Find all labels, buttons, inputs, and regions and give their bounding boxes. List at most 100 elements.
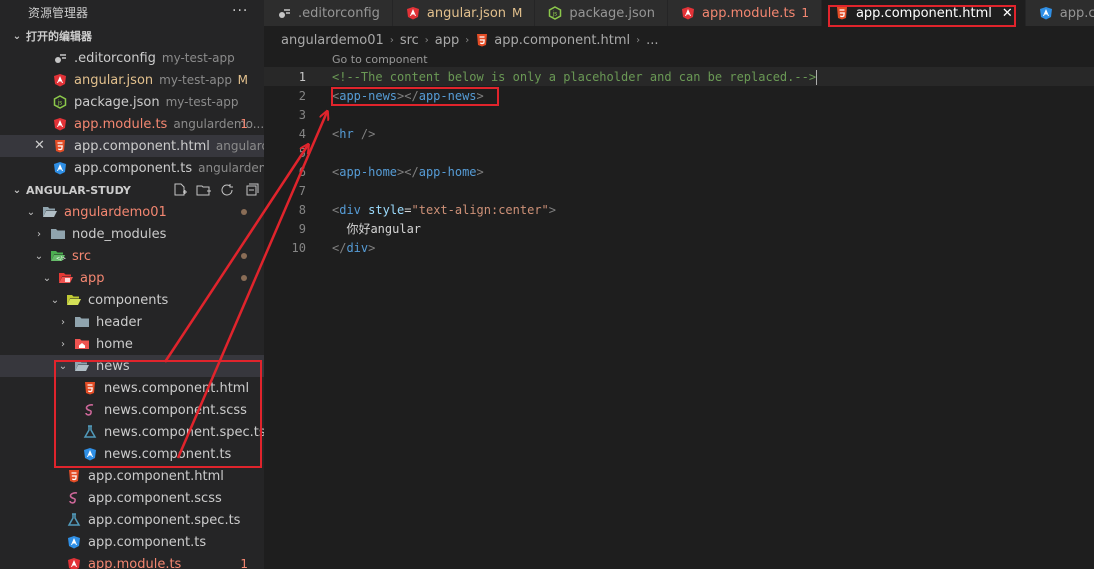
tree-item-label: node_modules — [72, 226, 167, 242]
scss-icon — [82, 402, 98, 418]
tree-file[interactable]: app.component.ts — [0, 531, 264, 553]
close-icon[interactable]: ✕ — [34, 138, 45, 153]
tree-item-label: app.component.ts — [88, 534, 207, 550]
folder-comp-icon — [66, 292, 82, 308]
code-line[interactable]: 5 — [264, 143, 1094, 162]
tree-item-label: header — [96, 314, 142, 330]
more-actions-icon[interactable]: ··· — [232, 3, 248, 19]
code-line[interactable]: 4 <hr /> — [264, 124, 1094, 143]
tree-file[interactable]: news.component.html — [0, 377, 264, 399]
editor-tab[interactable]: js package.json — [535, 0, 668, 26]
editor-tab[interactable]: app.component.html ✕ — [821, 0, 1026, 26]
spec-icon — [66, 512, 82, 528]
html-icon — [52, 138, 68, 154]
open-editor-item[interactable]: angular.json my-test-app M — [0, 69, 264, 91]
html-icon — [82, 380, 98, 396]
angular-icon — [52, 72, 68, 88]
chevron-down-icon[interactable]: ⌄ — [32, 251, 46, 262]
new-file-icon[interactable] — [172, 183, 188, 197]
chevron-right-icon[interactable]: › — [56, 317, 70, 328]
tree-file[interactable]: news.component.ts — [0, 443, 264, 465]
folder-home-icon — [74, 336, 90, 352]
open-editors-header[interactable]: ⌄ 打开的编辑器 — [0, 25, 264, 47]
tree-item-label: app.component.scss — [88, 490, 222, 506]
tree-item-label: news.component.spec.ts — [104, 424, 264, 440]
breadcrumb-item[interactable]: src — [400, 33, 419, 48]
new-folder-icon[interactable] — [196, 183, 212, 197]
code-line[interactable]: 1 <!--The content below is only a placeho… — [264, 67, 1094, 86]
open-editor-label: angular.json — [74, 72, 154, 88]
editor-tab[interactable]: app.module.ts 1 — [667, 0, 822, 26]
tree-file[interactable]: app.module.ts 1 — [0, 553, 264, 569]
tree-folder[interactable]: › header — [0, 311, 264, 333]
chevron-down-icon[interactable]: ⌄ — [24, 207, 38, 218]
line-number: 7 — [298, 183, 306, 198]
folder-open-icon — [42, 204, 58, 220]
open-editor-item[interactable]: ✕ app.component.html angularde... — [0, 135, 264, 157]
code-token: 你好angular — [332, 222, 422, 236]
tree-folder[interactable]: ⌄ angulardemo01 — [0, 201, 264, 223]
status-badge: M — [237, 73, 248, 87]
line-number: 10 — [291, 240, 306, 255]
tab-label: angular.json — [426, 5, 507, 21]
chevron-right-icon: › — [389, 34, 394, 46]
code-line[interactable]: 8 <div style="text-align:center"> — [264, 200, 1094, 219]
tree-folder[interactable]: ⌄ news — [0, 355, 264, 377]
tree-file[interactable]: app.component.scss — [0, 487, 264, 509]
breadcrumb-item[interactable]: angulardemo01 — [281, 33, 384, 48]
svg-text:js: js — [552, 11, 558, 18]
workspace-title: ANGULAR-STUDY — [26, 183, 131, 197]
tab-label: app.module.ts — [701, 5, 796, 21]
tree-item-label: app.component.spec.ts — [88, 512, 241, 528]
code-text: <hr /> — [332, 127, 375, 141]
editor-tab[interactable]: angular.json M — [392, 0, 536, 26]
code-line[interactable]: 2 <app-news></app-news> — [264, 86, 1094, 105]
breadcrumb-item[interactable]: app — [435, 33, 459, 48]
chevron-down-icon[interactable]: ⌄ — [48, 295, 62, 306]
tree-file[interactable]: news.component.scss — [0, 399, 264, 421]
chevron-right-icon[interactable]: › — [56, 339, 70, 350]
close-icon[interactable]: ✕ — [1002, 6, 1013, 21]
chevron-down-icon[interactable]: ⌄ — [56, 361, 70, 372]
chevron-right-icon[interactable]: › — [32, 229, 46, 240]
open-editor-item[interactable]: .editorconfig my-test-app — [0, 47, 264, 69]
workspace-header[interactable]: ⌄ ANGULAR-STUDY — [0, 179, 264, 201]
tree-folder[interactable]: ⌄ components — [0, 289, 264, 311]
editor-tab[interactable]: .editorconfig — [264, 0, 393, 26]
open-editor-item[interactable]: app.component.ts angulardemo... — [0, 157, 264, 179]
open-editor-label: app.module.ts — [74, 116, 168, 132]
code-editor[interactable]: Go to component 1 <!--The content below i… — [264, 52, 1094, 569]
code-line[interactable]: 3 — [264, 105, 1094, 124]
tree-item-label: home — [96, 336, 133, 352]
breadcrumb-item[interactable]: ... — [646, 33, 658, 48]
tree-folder[interactable]: › node_modules — [0, 223, 264, 245]
code-token: <!--The content below is only a placehol… — [332, 69, 817, 84]
tree-item-label: news.component.ts — [104, 446, 232, 462]
codelens-go-to-component[interactable]: Go to component — [332, 53, 428, 66]
tree-folder[interactable]: ⌄ </> src — [0, 245, 264, 267]
tree-folder[interactable]: › home — [0, 333, 264, 355]
line-number: 9 — [298, 221, 306, 236]
code-line[interactable]: 6 <app-home></app-home> — [264, 162, 1094, 181]
breadcrumb-item[interactable]: app.component.html — [494, 33, 630, 48]
open-editor-desc: angulardemo... — [198, 161, 264, 175]
open-editor-item[interactable]: app.module.ts angulardemo... 1 — [0, 113, 264, 135]
open-editor-item[interactable]: js package.json my-test-app — [0, 91, 264, 113]
code-line[interactable]: 7 — [264, 181, 1094, 200]
svg-text:js: js — [57, 100, 63, 107]
refresh-icon[interactable] — [220, 183, 236, 197]
status-badge: 1 — [240, 557, 248, 569]
tree-file[interactable]: news.component.spec.ts — [0, 421, 264, 443]
code-line[interactable]: 9 你好angular — [264, 219, 1094, 238]
code-line[interactable]: 10 </div> — [264, 238, 1094, 257]
tree-folder[interactable]: ⌄ app — [0, 267, 264, 289]
code-token: "text-align:center" — [411, 202, 549, 217]
editor-tab[interactable]: app.com — [1025, 0, 1094, 26]
collapse-all-icon[interactable] — [244, 183, 260, 197]
code-token: /> — [360, 126, 376, 141]
chevron-down-icon[interactable]: ⌄ — [40, 273, 54, 284]
explorer-sidebar: 资源管理器 ··· ⌄ 打开的编辑器 .editorconfig my-test-… — [0, 0, 264, 569]
tree-file[interactable]: app.component.html — [0, 465, 264, 487]
tree-file[interactable]: app.component.spec.ts — [0, 509, 264, 531]
